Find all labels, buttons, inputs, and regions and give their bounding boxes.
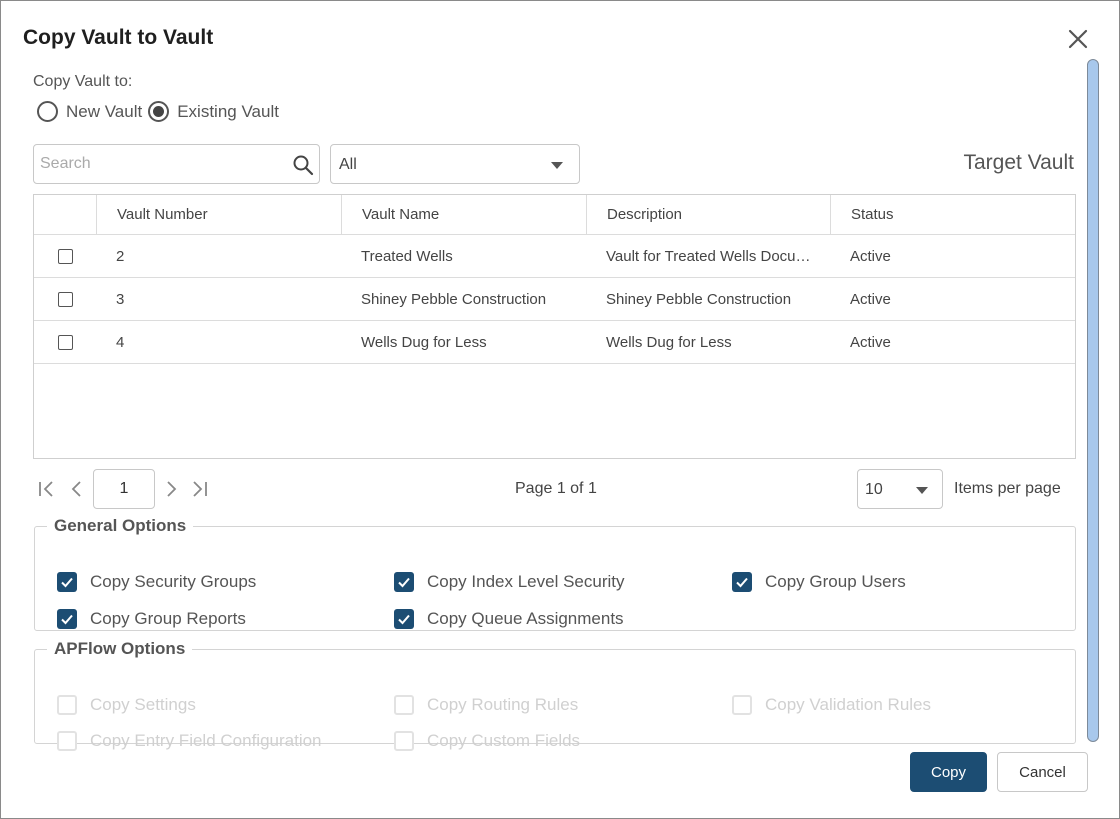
checkbox-disabled bbox=[57, 731, 77, 751]
target-vault-heading: Target Vault bbox=[963, 151, 1074, 174]
table-header-row: Vault Number Vault Name Description Stat… bbox=[34, 195, 1075, 235]
close-icon[interactable] bbox=[1064, 25, 1092, 53]
checkbox-checked[interactable] bbox=[732, 572, 752, 592]
vault-number-cell: 3 bbox=[116, 290, 125, 308]
checkbox-disabled bbox=[394, 695, 414, 715]
general-options-group: General Options Copy Security Groups Cop… bbox=[34, 516, 1076, 631]
option-label[interactable]: Copy Queue Assignments bbox=[427, 609, 624, 629]
status-cell: Active bbox=[850, 247, 891, 265]
vault-name-cell: Treated Wells bbox=[361, 247, 453, 265]
description-cell: Vault for Treated Wells Documents bbox=[586, 235, 831, 277]
apflow-options-group: APFlow Options Copy Settings Copy Routin… bbox=[34, 639, 1076, 751]
vault-number-cell: 4 bbox=[116, 333, 125, 351]
dialog-title: Copy Vault to Vault bbox=[23, 26, 214, 49]
copy-to-radio-group: New Vault Existing Vault bbox=[37, 101, 285, 122]
search-input[interactable] bbox=[40, 153, 280, 175]
table-row[interactable]: 4 Wells Dug for Less Wells Dug for Less … bbox=[34, 321, 1075, 364]
items-per-page-label: Items per page bbox=[954, 480, 1061, 497]
vault-number-cell: 2 bbox=[116, 247, 125, 265]
vault-table: Vault Number Vault Name Description Stat… bbox=[33, 194, 1076, 459]
option-label[interactable]: Copy Group Reports bbox=[90, 609, 246, 629]
option-copy-queue-assignments[interactable]: Copy Queue Assignments bbox=[394, 609, 624, 629]
cancel-button[interactable]: Cancel bbox=[997, 752, 1088, 792]
row-checkbox[interactable] bbox=[57, 334, 73, 350]
description-text: Vault for Treated Wells Documents bbox=[606, 247, 811, 265]
general-options-title: General Options bbox=[54, 516, 187, 535]
last-page-icon[interactable] bbox=[189, 479, 209, 504]
vault-name-cell: Wells Dug for Less bbox=[361, 333, 487, 351]
option-label[interactable]: Copy Security Groups bbox=[90, 572, 256, 592]
option-label: Copy Validation Rules bbox=[765, 695, 931, 714]
option-copy-group-users[interactable]: Copy Group Users bbox=[732, 572, 906, 592]
checkbox-checked[interactable] bbox=[57, 609, 77, 629]
checkbox-checked[interactable] bbox=[394, 609, 414, 629]
option-label[interactable]: Copy Group Users bbox=[765, 572, 906, 592]
table-row[interactable]: 2 Treated Wells Vault for Treated Wells … bbox=[34, 235, 1075, 278]
option-copy-settings: Copy Settings bbox=[57, 695, 196, 715]
status-cell: Active bbox=[850, 333, 891, 351]
header-select-cell bbox=[34, 195, 96, 234]
copy-to-label: Copy Vault to: bbox=[33, 73, 133, 90]
option-copy-validation-rules: Copy Validation Rules bbox=[732, 695, 931, 715]
checkbox-disabled bbox=[394, 731, 414, 751]
option-label[interactable]: Copy Index Level Security bbox=[427, 572, 625, 592]
checkbox-disabled bbox=[57, 695, 77, 715]
description-cell: Wells Dug for Less bbox=[586, 321, 831, 363]
checkbox-checked[interactable] bbox=[394, 572, 414, 592]
table-row[interactable]: 3 Shiney Pebble Construction Shiney Pebb… bbox=[34, 278, 1075, 321]
copy-button[interactable]: Copy bbox=[910, 752, 987, 792]
option-copy-entry-field-configuration: Copy Entry Field Configuration bbox=[57, 731, 322, 751]
status-cell: Active bbox=[850, 290, 891, 308]
description-text: Shiney Pebble Construction bbox=[606, 290, 792, 308]
description-text: Wells Dug for Less bbox=[606, 333, 732, 351]
row-select-cell bbox=[34, 235, 96, 277]
vault-name-cell: Shiney Pebble Construction bbox=[361, 290, 547, 308]
radio-existing-vault[interactable] bbox=[148, 101, 170, 122]
previous-page-icon[interactable] bbox=[67, 479, 87, 504]
first-page-icon[interactable] bbox=[37, 479, 57, 504]
row-select-cell bbox=[34, 321, 96, 363]
search-icon[interactable] bbox=[292, 154, 314, 176]
option-label: Copy Entry Field Configuration bbox=[90, 731, 322, 750]
items-per-page-select[interactable]: 10 bbox=[857, 469, 943, 509]
chevron-down-icon bbox=[916, 487, 928, 494]
row-select-cell bbox=[34, 278, 96, 320]
vault-filter-select[interactable]: All bbox=[330, 144, 580, 184]
dialog-scrollbar[interactable] bbox=[1087, 59, 1099, 742]
chevron-down-icon bbox=[551, 162, 563, 169]
option-copy-routing-rules: Copy Routing Rules bbox=[394, 695, 578, 715]
column-header-vault-number[interactable]: Vault Number bbox=[96, 195, 341, 234]
column-header-status[interactable]: Status bbox=[830, 195, 1075, 234]
option-copy-index-level-security[interactable]: Copy Index Level Security bbox=[394, 572, 625, 592]
page-number-input[interactable] bbox=[93, 469, 155, 509]
column-header-description[interactable]: Description bbox=[586, 195, 831, 234]
option-copy-custom-fields: Copy Custom Fields bbox=[394, 731, 580, 751]
vault-filter-value: All bbox=[339, 156, 357, 173]
radio-existing-vault-label[interactable]: Existing Vault bbox=[177, 102, 279, 122]
radio-new-vault-label[interactable]: New Vault bbox=[66, 102, 142, 122]
option-label: Copy Routing Rules bbox=[427, 695, 579, 714]
apflow-options-title: APFlow Options bbox=[54, 639, 186, 658]
option-copy-group-reports[interactable]: Copy Group Reports bbox=[57, 609, 246, 629]
column-header-vault-name[interactable]: Vault Name bbox=[341, 195, 586, 234]
description-cell: Shiney Pebble Construction bbox=[586, 278, 831, 320]
search-box bbox=[33, 144, 320, 184]
checkbox-disabled bbox=[732, 695, 752, 715]
copy-vault-dialog: Copy Vault to Vault Copy Vault to: New V… bbox=[0, 0, 1120, 819]
page-info: Page 1 of 1 bbox=[515, 480, 597, 497]
row-checkbox[interactable] bbox=[57, 291, 73, 307]
option-label: Copy Settings bbox=[90, 695, 196, 714]
row-checkbox[interactable] bbox=[57, 248, 73, 264]
pagination-bar: Page 1 of 1 10 Items per page bbox=[33, 469, 1076, 509]
option-copy-security-groups[interactable]: Copy Security Groups bbox=[57, 572, 256, 592]
checkbox-checked[interactable] bbox=[57, 572, 77, 592]
items-per-page-value: 10 bbox=[865, 481, 883, 498]
next-page-icon[interactable] bbox=[161, 479, 181, 504]
option-label: Copy Custom Fields bbox=[427, 731, 581, 750]
radio-new-vault[interactable] bbox=[37, 101, 58, 122]
